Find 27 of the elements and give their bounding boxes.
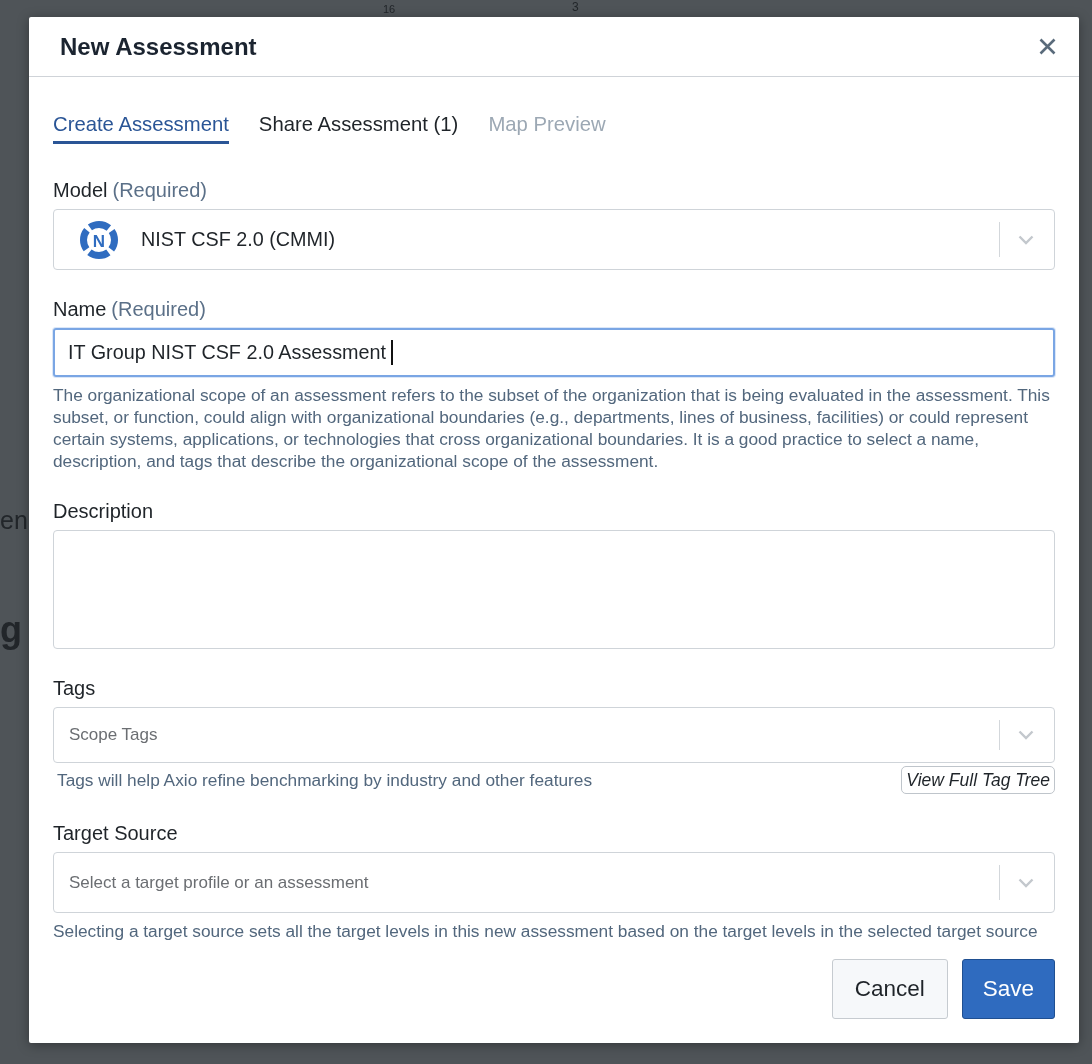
help-text: Tags will help Axio refine benchmarking by industry and other features [57,769,593,791]
text-input-field[interactable]: IT Group NIST CSF 2.0 Assessment [53,328,1055,377]
cancel-button[interactable]: Cancel [831,959,948,1019]
select-dropdown[interactable]: N NIST CSF 2.0 (CMMI) [53,209,1055,270]
close-icon[interactable] [1039,38,1056,55]
model-logo: N [80,220,118,259]
field-label: Tags [53,676,96,700]
select-dropdown[interactable]: Select a target profile or an assessment [53,852,1055,913]
chevron-down-icon[interactable] [1018,234,1034,245]
textarea-field[interactable] [53,530,1055,649]
view-tag-tree-button[interactable]: View Full Tag Tree [901,766,1055,794]
field-label: Description [53,499,154,523]
field-label: Name [53,297,107,321]
required-note: (Required) [111,297,206,321]
chevron-down-icon[interactable] [1018,877,1034,888]
chevron-down-icon[interactable] [1018,730,1034,740]
field-label: Model [53,178,108,202]
tab[interactable]: Create Assessment [53,112,229,144]
tags-dropdown[interactable]: Scope Tags [53,707,1055,763]
tab[interactable]: Share Assessment (1) [258,112,459,144]
text-cursor-icon [391,340,393,365]
dialog-title: New Assessment [60,32,257,61]
field-label: Target Source [53,821,178,845]
required-note: (Required) [112,178,207,202]
help-text: Selecting a target source sets all the target levels in this new assessment based on the target levels in the selected target source [53,920,1039,942]
save-button[interactable]: Save [961,959,1055,1019]
help-text: The organizational scope of an assessment refers to the subset of the organization that is being evaluated in the assessment. This subset, or function, could align with organizational boundaries (e.g., departments, lines of business, facilities) or could represent certain systems, applications, or technologies that cross organizational boundaries. It is a good practice to select a name, description, and tags that describe the organizational scope of the assessment. [53,384,1051,472]
